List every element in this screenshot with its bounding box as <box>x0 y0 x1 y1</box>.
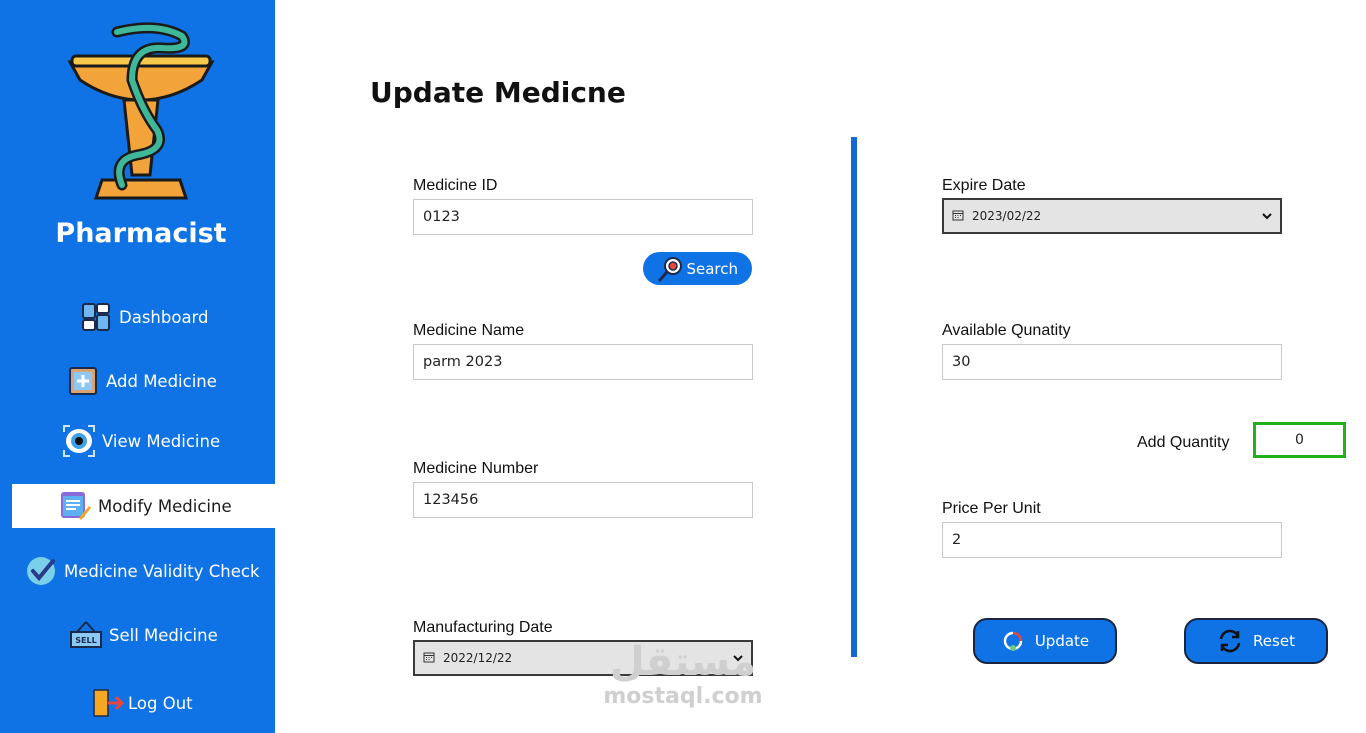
calendar-icon <box>952 209 964 224</box>
page-title: Update Medicne <box>370 76 626 109</box>
price-per-unit-value: 2 <box>952 532 962 548</box>
medicine-name-value: parm 2023 <box>423 354 503 370</box>
watermark-arabic: مستقل <box>609 639 757 685</box>
nav-label: Medicine Validity Check <box>64 561 260 581</box>
vertical-divider <box>851 137 857 657</box>
expire-date-picker[interactable]: 2023/02/22 <box>942 198 1282 234</box>
nav-dashboard[interactable]: Dashboard <box>79 295 209 339</box>
expire-date-value: 2023/02/22 <box>972 209 1042 223</box>
available-quantity-value: 30 <box>952 354 971 370</box>
sidebar: Pharmacist Dashboard Add Medicine View M… <box>0 0 275 733</box>
nav-validity-check[interactable]: Medicine Validity Check <box>24 549 260 593</box>
add-quantity-label: Add Quantity <box>1137 434 1230 451</box>
price-per-unit-label: Price Per Unit <box>942 500 1041 517</box>
nav-label: Add Medicine <box>106 371 217 391</box>
add-medicine-icon <box>66 364 100 398</box>
svg-text:SELL: SELL <box>75 636 96 645</box>
refresh-icon <box>1217 628 1243 654</box>
dashboard-icon <box>79 300 113 334</box>
add-quantity-field[interactable]: 0 <box>1253 422 1346 458</box>
chevron-down-icon <box>1262 209 1272 223</box>
nav-label: Dashboard <box>119 307 209 327</box>
available-quantity-field[interactable]: 30 <box>942 344 1282 380</box>
nav-label: Modify Medicine <box>98 496 232 516</box>
medicine-number-value: 123456 <box>423 492 479 508</box>
update-label: Update <box>1034 632 1090 650</box>
role-title: Pharmacist <box>55 218 227 249</box>
medicine-number-field[interactable]: 123456 <box>413 482 753 518</box>
nav-label: Log Out <box>128 693 193 713</box>
logout-door-icon <box>92 686 124 720</box>
check-circle-icon <box>24 554 58 588</box>
watermark-text: mostaql.com <box>603 684 763 709</box>
eye-icon <box>62 424 96 458</box>
reset-button[interactable]: Reset <box>1184 618 1328 664</box>
medicine-id-field[interactable]: 0123 <box>413 199 753 235</box>
watermark: مستقل mostaql.com <box>598 640 768 709</box>
calendar-icon <box>423 651 435 666</box>
add-quantity-value: 0 <box>1295 432 1304 448</box>
reset-label: Reset <box>1253 632 1295 650</box>
nav-sell-medicine[interactable]: SELL Sell Medicine <box>69 613 218 657</box>
nav-modify-medicine[interactable]: Modify Medicine <box>12 484 275 528</box>
medicine-id-value: 0123 <box>423 209 460 225</box>
nav-view-medicine[interactable]: View Medicine <box>62 419 220 463</box>
magnifier-icon <box>657 255 685 287</box>
price-per-unit-field[interactable]: 2 <box>942 522 1282 558</box>
nav-label: View Medicine <box>102 431 221 451</box>
expire-date-label: Expire Date <box>942 177 1026 194</box>
search-label: Search <box>686 259 738 278</box>
edit-list-icon <box>58 489 92 523</box>
update-button[interactable]: Update <box>973 618 1117 664</box>
medicine-number-label: Medicine Number <box>413 460 539 477</box>
manufacturing-date-label: Manufacturing Date <box>413 619 553 636</box>
sell-sign-icon: SELL <box>69 618 103 652</box>
pharmacy-logo-icon <box>62 20 220 205</box>
nav-add-medicine[interactable]: Add Medicine <box>66 359 217 403</box>
update-icon <box>1001 629 1025 653</box>
available-quantity-label: Available Qunatity <box>942 322 1071 339</box>
search-button[interactable]: Search <box>643 252 752 285</box>
medicine-id-label: Medicine ID <box>413 177 498 194</box>
medicine-name-field[interactable]: parm 2023 <box>413 344 753 380</box>
nav-label: Sell Medicine <box>109 625 218 645</box>
medicine-name-label: Medicine Name <box>413 322 525 339</box>
manufacturing-date-value: 2022/12/22 <box>443 651 513 665</box>
nav-log-out[interactable]: Log Out <box>92 681 193 725</box>
